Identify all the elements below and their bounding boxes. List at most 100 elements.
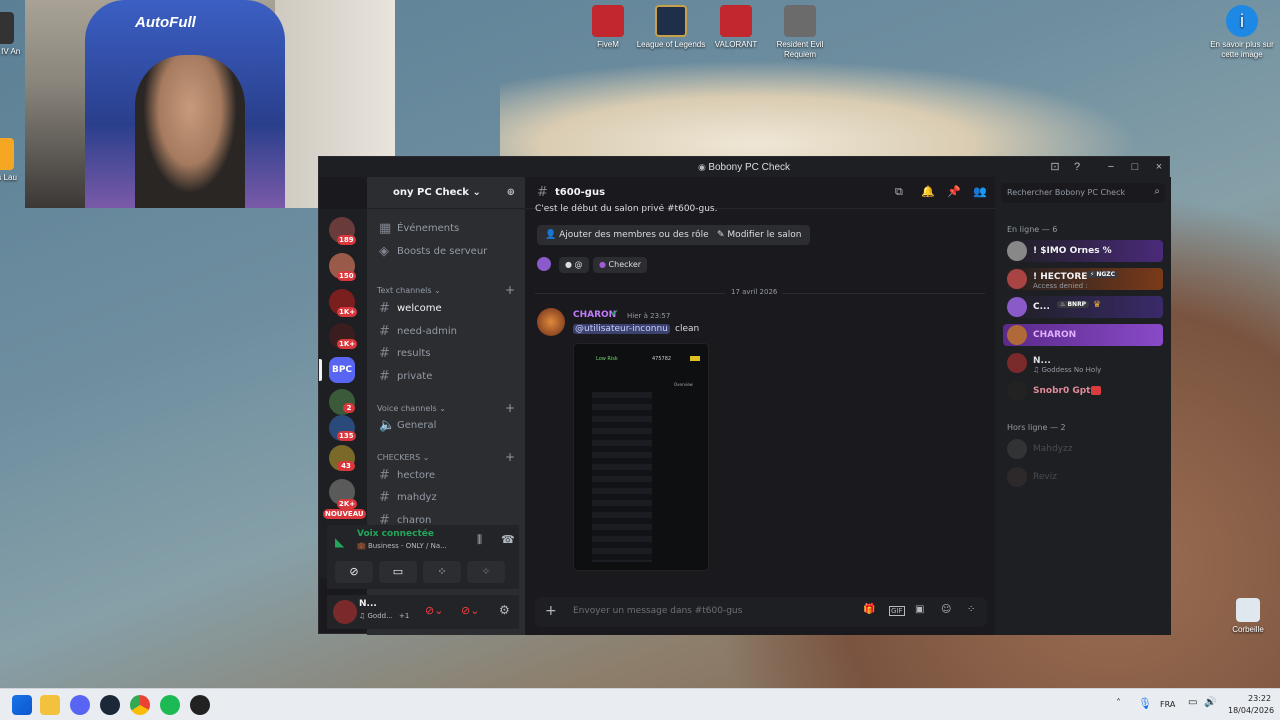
app-icon[interactable] (190, 695, 210, 715)
network-icon[interactable]: ▭ (1188, 697, 1197, 708)
spotify-icon[interactable] (160, 695, 180, 715)
member-row[interactable]: N... ♫ Goddess No Holy (1003, 352, 1163, 374)
chevron-up-icon[interactable]: ˄ (1116, 698, 1121, 709)
pin-icon[interactable]: 📌 (947, 185, 961, 198)
avatar[interactable] (333, 600, 357, 624)
category-text-channels[interactable]: Text channels ⌄ (377, 284, 441, 298)
hash-icon: # (379, 301, 390, 316)
camera-toggle-button[interactable]: ⊘ (335, 561, 373, 583)
attachment-image[interactable]: Low Risk 475782 Overview (573, 343, 709, 571)
start-windows-icon[interactable] (12, 695, 32, 715)
soundboard-button[interactable]: ✧ (467, 561, 505, 583)
gift-icon[interactable]: 🎁 (863, 604, 875, 615)
threads-icon[interactable]: ⧉ (895, 185, 903, 199)
avatar (1007, 297, 1027, 317)
members-list-icon[interactable]: 👥 (973, 185, 987, 198)
invite-icon[interactable]: ⊕ (507, 177, 515, 209)
clock-time[interactable]: 23:22 (1248, 694, 1271, 703)
user-status-extra: +1 (399, 612, 410, 620)
add-members-button[interactable]: 👤 Ajouter des membres ou des rôles (537, 225, 722, 245)
user-name[interactable]: N... (359, 599, 377, 609)
steam-icon[interactable] (100, 695, 120, 715)
hash-icon: # (379, 346, 390, 361)
notifications-bell-icon[interactable]: 🔔 (921, 185, 935, 198)
channel-label: mahdyz (397, 492, 437, 503)
apps-icon[interactable]: ⁘ (967, 604, 975, 615)
voice-status-title[interactable]: Voix connectée (357, 529, 434, 539)
channel-label: need-admin (397, 326, 457, 337)
events-item[interactable]: ▦ Événements (375, 219, 517, 239)
help-icon[interactable]: ? (1065, 157, 1089, 177)
server-boosts-item[interactable]: ◈ Boosts de serveur (375, 242, 517, 262)
microphone-icon[interactable]: 🎙 (1138, 697, 1152, 710)
channel-hectore[interactable]: # hectore (375, 466, 517, 486)
attach-plus-icon[interactable]: + (545, 603, 557, 619)
add-channel-button[interactable]: + (505, 283, 515, 297)
channel-need-admin[interactable]: # need-admin (375, 322, 517, 342)
member-row[interactable]: Mahdyzz (1003, 438, 1163, 460)
member-row[interactable]: C... ♨ BNRP ♛ (1003, 296, 1163, 318)
channel-mahdyz[interactable]: # mahdyz (375, 488, 517, 508)
language-indicator[interactable]: FRA (1160, 700, 1175, 709)
desktop-icon-label: Age of IV An (0, 47, 21, 56)
pencil-icon: ✎ (717, 230, 725, 240)
composer-placeholder: Envoyer un message dans #t600-gus (573, 606, 743, 616)
message-composer[interactable]: + Envoyer un message dans #t600-gus 🎁 GI… (535, 597, 987, 627)
voice-status-channel[interactable]: 💼 Business - ONLY / Na... (357, 542, 447, 550)
gif-icon[interactable]: GIF (889, 606, 905, 616)
mention-badge: 189 (337, 235, 356, 245)
emoji-icon[interactable]: ☺ (941, 604, 951, 615)
sticker-icon[interactable]: ▣ (915, 604, 924, 615)
avatar (1007, 467, 1027, 487)
file-explorer-icon[interactable] (40, 695, 60, 715)
soundboard-icon[interactable]: ⫼ (477, 533, 482, 547)
permission-icon (537, 257, 551, 271)
discord-taskbar-icon[interactable] (70, 695, 90, 715)
search-input[interactable]: Rechercher Bobony PC Check ⌕ (1001, 183, 1165, 203)
clock-date[interactable]: 18/04/2026 (1228, 706, 1274, 715)
edit-channel-button[interactable]: ✎ Modifier le salon (709, 225, 810, 245)
desktop-icon-info[interactable]: i En savoir plus sur cette image (1204, 5, 1280, 60)
member-row[interactable]: ! HECTORE ⚡ NGZC Access denied : (1003, 268, 1163, 290)
mention-badge: 150 (337, 271, 356, 281)
boost-icon: ◈ (379, 244, 389, 259)
server-name-header[interactable]: ony PC Check ⌄ ⊕ (367, 177, 525, 209)
minimize-button[interactable]: − (1099, 157, 1123, 177)
discord-window: ◉ Bobony PC Check ⊡ ? − □ × 189 150 1K+ … (318, 156, 1171, 635)
desktop-icon-resident-evil[interactable]: Resident Evil Requiem (762, 5, 838, 60)
message-mention[interactable]: @utilisateur-inconnu (573, 324, 670, 334)
settings-gear-icon[interactable]: ⚙ (499, 603, 510, 617)
window-titlebar[interactable]: ◉ Bobony PC Check ⊡ ? − □ × (319, 157, 1169, 177)
channel-private[interactable]: # private (375, 367, 517, 387)
resident-evil-icon (784, 5, 816, 37)
channel-welcome[interactable]: # welcome (375, 299, 517, 319)
member-row[interactable]: Reviz (1003, 466, 1163, 488)
activities-button[interactable]: ⁘ (423, 561, 461, 583)
member-row[interactable]: Snobr0 Gpt (1003, 380, 1163, 402)
member-row[interactable]: ! $IMO Ornes % (1003, 240, 1163, 262)
desktop-icon-label: VALORANT (714, 40, 758, 49)
category-voice-channels[interactable]: Voice channels ⌄ (377, 402, 446, 416)
maximize-button[interactable]: □ (1123, 157, 1147, 177)
add-channel-button[interactable]: + (505, 450, 515, 464)
voice-channel-general[interactable]: 🔈 General (375, 416, 517, 436)
category-checkers[interactable]: CHECKERS ⌄ (377, 451, 429, 465)
screen-share-button[interactable]: ▭ (379, 561, 417, 583)
mute-mic-icon[interactable]: ⊘⌄ (425, 604, 443, 617)
volume-icon[interactable]: 🔊 (1204, 697, 1216, 708)
member-name: Mahdyzz (1033, 444, 1073, 454)
deafen-icon[interactable]: ⊘⌄ (461, 604, 479, 617)
screenshot-sidebar (592, 392, 652, 562)
desktop-icon-recycle-bin[interactable]: Corbeille (1210, 598, 1280, 635)
disconnect-icon[interactable]: ☎ (501, 533, 515, 546)
chrome-icon[interactable] (130, 695, 150, 715)
member-status: Access denied : (1033, 282, 1088, 290)
close-button[interactable]: × (1147, 157, 1171, 177)
add-channel-button[interactable]: + (505, 401, 515, 415)
member-row[interactable]: CHARON (1003, 324, 1163, 346)
server-icon-bpc[interactable]: BPC (329, 357, 355, 383)
channel-results[interactable]: # results (375, 344, 517, 364)
avatar[interactable] (537, 308, 565, 336)
message-author[interactable]: CHARON (573, 310, 616, 320)
inbox-icon[interactable]: ⊡ (1043, 157, 1067, 177)
